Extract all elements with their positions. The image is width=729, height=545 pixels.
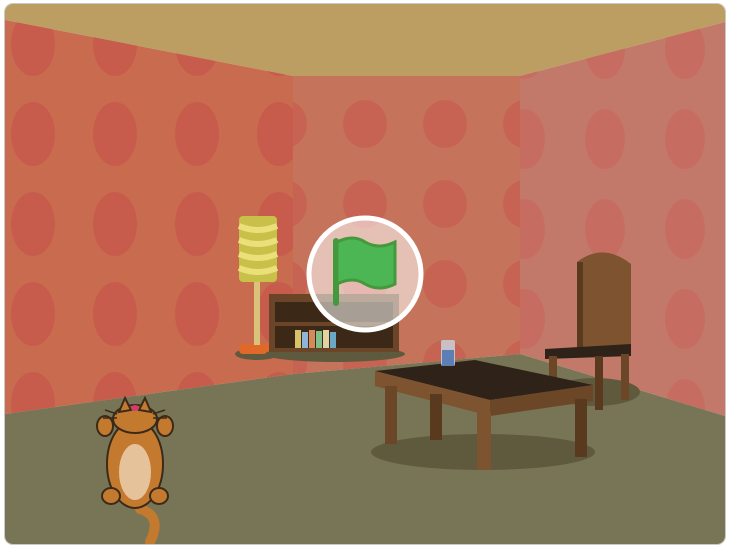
green-flag-overlay-button[interactable]	[305, 214, 425, 334]
green-flag-icon	[306, 215, 424, 333]
stage[interactable]	[4, 3, 726, 545]
